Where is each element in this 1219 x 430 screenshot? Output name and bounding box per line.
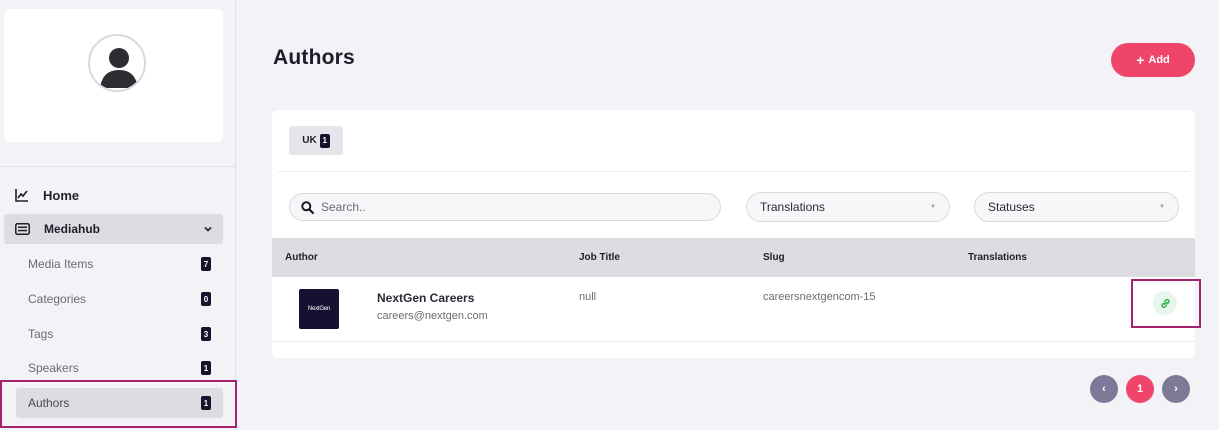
- sidebar-divider: [0, 166, 236, 167]
- statuses-select[interactable]: Statuses ▼: [974, 192, 1179, 222]
- add-button[interactable]: + Add: [1111, 43, 1195, 77]
- pagination-prev-button[interactable]: ‹: [1090, 375, 1118, 403]
- pagination-next-button[interactable]: ›: [1162, 375, 1190, 403]
- link-icon: [1160, 298, 1170, 308]
- user-icon: [100, 48, 138, 88]
- sidebar-item-home[interactable]: Home: [0, 180, 236, 210]
- chevron-down-icon[interactable]: [203, 224, 213, 234]
- profile-card: [4, 9, 223, 142]
- card-divider: [278, 171, 1190, 172]
- sidebar: Home Mediahub Media Items 7 Categories 0…: [0, 0, 236, 430]
- sidebar-item-label: Speakers: [28, 361, 79, 375]
- count-badge: 1: [319, 133, 330, 148]
- tv-list-icon: [15, 223, 30, 235]
- author-name[interactable]: NextGen Careers: [377, 291, 474, 305]
- caret-down-icon: ▼: [930, 204, 936, 210]
- search-box[interactable]: [289, 193, 721, 221]
- table-header: Author Job Title Slug Translations: [272, 238, 1195, 277]
- chart-line-icon: [15, 189, 28, 202]
- sidebar-item-label: Home: [43, 187, 80, 203]
- column-header-author[interactable]: Author: [285, 238, 318, 277]
- sidebar-item-media-items[interactable]: Media Items 7: [16, 249, 223, 279]
- sidebar-item-label: Media Items: [28, 257, 94, 271]
- tab-uk[interactable]: UK 1: [289, 126, 343, 155]
- column-header-translations[interactable]: Translations: [968, 238, 1027, 277]
- column-header-slug[interactable]: Slug: [763, 238, 785, 277]
- caret-down-icon: ▼: [1159, 204, 1165, 210]
- page-title: Authors: [273, 46, 355, 69]
- sidebar-item-authors[interactable]: Authors 1: [16, 388, 223, 418]
- count-badge: 1: [201, 361, 211, 375]
- sidebar-item-label: Categories: [28, 292, 87, 306]
- logo-text: NextGen: [307, 306, 331, 312]
- count-badge: 1: [201, 396, 211, 410]
- search-icon: [301, 200, 314, 214]
- avatar[interactable]: [88, 34, 146, 92]
- sidebar-item-speakers[interactable]: Speakers 1: [16, 353, 223, 383]
- sidebar-group-mediahub[interactable]: Mediahub: [4, 214, 223, 244]
- count-badge: 3: [201, 327, 211, 341]
- sidebar-item-tags[interactable]: Tags 3: [16, 319, 223, 349]
- translations-select[interactable]: Translations ▼: [746, 192, 950, 222]
- add-button-label: Add: [1148, 54, 1170, 66]
- link-button[interactable]: [1153, 291, 1177, 315]
- select-label: Translations: [760, 200, 825, 214]
- table-row[interactable]: NextGen NextGen Careers careers@nextgen.…: [272, 277, 1195, 342]
- sidebar-item-categories[interactable]: Categories 0: [16, 284, 223, 314]
- select-label: Statuses: [988, 200, 1035, 214]
- search-input[interactable]: [321, 200, 701, 214]
- plus-icon: +: [1136, 52, 1145, 68]
- column-header-job-title[interactable]: Job Title: [579, 238, 620, 277]
- count-badge: 7: [201, 257, 211, 271]
- slug-cell: careersnextgencom-15: [763, 291, 876, 303]
- sidebar-item-label: Authors: [28, 396, 70, 410]
- sidebar-item-label: Tags: [28, 327, 54, 341]
- job-title-cell: null: [579, 291, 597, 303]
- sidebar-group-label: Mediahub: [44, 222, 100, 236]
- author-logo: NextGen: [299, 289, 339, 329]
- pagination-page-button[interactable]: 1: [1126, 375, 1154, 403]
- tab-label: UK: [302, 135, 317, 146]
- count-badge: 0: [201, 292, 211, 306]
- author-email: careers@nextgen.com: [377, 310, 488, 322]
